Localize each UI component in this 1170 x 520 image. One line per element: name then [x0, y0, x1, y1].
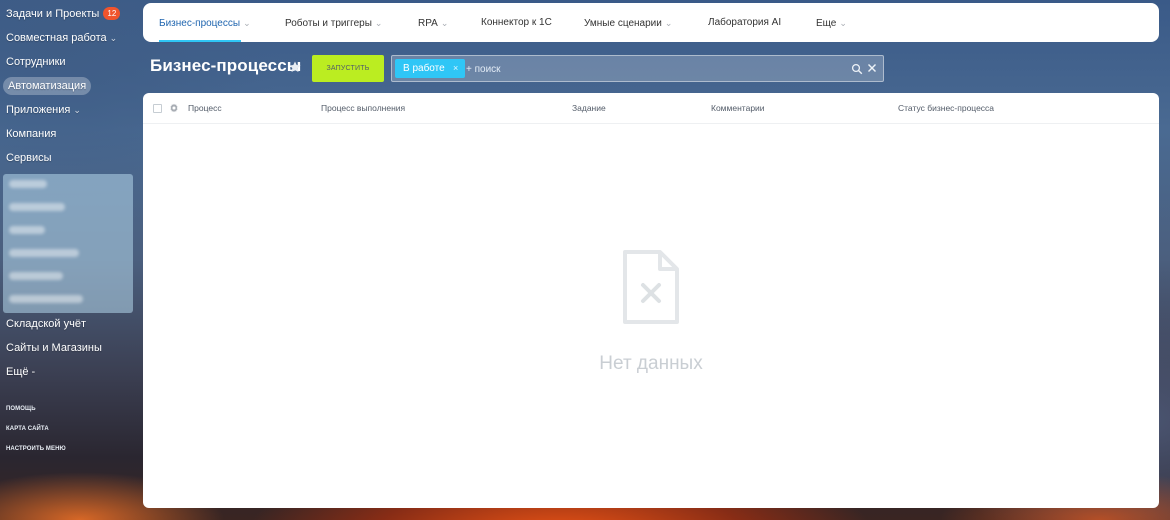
processes-grid: Процесс Процесс выполнения Задание Комме…	[143, 93, 1159, 508]
menu-item-company[interactable]: Компания	[6, 125, 56, 143]
chevron-down-icon: ⌄	[374, 18, 383, 28]
chevron-down-icon: ⌄	[109, 33, 118, 43]
redacted-link[interactable]	[9, 249, 79, 257]
chevron-down-icon: ⌄	[440, 18, 449, 28]
tab-robots-triggers[interactable]: Роботы и триггеры ⌄	[285, 3, 382, 42]
filter-chip-label: В работе	[403, 63, 445, 74]
filter-search-box[interactable]: В работе ×	[391, 55, 884, 82]
redacted-link[interactable]	[9, 203, 65, 211]
tab-label: Бизнес-процессы	[159, 18, 241, 29]
grid-header-row: Процесс Процесс выполнения Задание Комме…	[143, 93, 1159, 124]
tab-label: Умные сценарии	[584, 18, 662, 29]
tab-label: Коннектор к 1С	[481, 17, 552, 28]
redacted-link[interactable]	[9, 226, 45, 234]
tab-label: Еще	[816, 18, 837, 29]
empty-file-icon	[623, 250, 679, 324]
star-icon[interactable]	[288, 60, 302, 74]
column-header-process[interactable]: Процесс	[188, 93, 222, 124]
sitemap-link[interactable]: КАРТА САЙТА	[6, 426, 49, 432]
menu-item-services[interactable]: Сервисы	[6, 149, 52, 167]
configure-menu-link[interactable]: НАСТРОИТЬ МЕНЮ	[6, 446, 66, 452]
menu-item-label: Сервисы	[6, 152, 52, 164]
page-title: Бизнес-процессы	[150, 56, 302, 75]
menu-item-tasks[interactable]: Задачи и Проекты 12	[6, 5, 121, 23]
tab-1c-connector[interactable]: Коннектор к 1С	[481, 3, 552, 42]
column-header-status[interactable]: Статус бизнес-процесса	[898, 93, 994, 124]
gear-icon[interactable]	[169, 103, 179, 113]
menu-item-sites-shops[interactable]: Сайты и Магазины	[6, 339, 102, 357]
search-input[interactable]	[466, 60, 766, 78]
tab-ai-lab[interactable]: Лаборатория AI	[708, 3, 781, 42]
tab-label: Роботы и триггеры	[285, 18, 372, 29]
column-header-task[interactable]: Задание	[572, 93, 606, 124]
chevron-down-icon: ⌄	[664, 18, 673, 28]
tab-label: RPA	[418, 18, 438, 29]
active-tab-indicator	[159, 40, 241, 42]
run-button[interactable]: ЗАПУСТИТЬ	[312, 55, 384, 82]
chevron-down-icon: ⌄	[839, 18, 847, 28]
close-icon[interactable]	[866, 62, 878, 74]
search-icon[interactable]	[851, 63, 863, 75]
chevron-down-icon: ⌄	[73, 105, 81, 115]
menu-item-collaboration[interactable]: Совместная работа ⌄	[6, 29, 117, 47]
empty-state-text: Нет данных	[599, 353, 703, 374]
chevron-down-icon: ⌄	[243, 18, 251, 28]
column-header-progress[interactable]: Процесс выполнения	[321, 93, 405, 124]
menu-item-label: Сотрудники	[6, 56, 66, 68]
tab-business-processes[interactable]: Бизнес-процессы ⌄	[159, 3, 251, 42]
menu-item-label: Сайты и Магазины	[6, 342, 102, 354]
tab-more[interactable]: Еще ⌄	[816, 3, 847, 42]
left-menu: Задачи и Проекты 12 Совместная работа ⌄ Со…	[0, 0, 140, 520]
tasks-counter-badge: 12	[103, 7, 121, 20]
menu-item-employees[interactable]: Сотрудники	[6, 53, 66, 71]
menu-item-automation[interactable]: Автоматизация	[3, 77, 92, 95]
menu-item-label: Задачи и Проекты	[6, 8, 100, 20]
tab-rpa[interactable]: RPA ⌄	[418, 3, 448, 42]
help-link[interactable]: ПОМОЩЬ	[6, 406, 36, 412]
chip-close-icon[interactable]: ×	[453, 59, 458, 78]
menu-item-label: Компания	[6, 128, 57, 140]
menu-item-warehouse[interactable]: Складской учёт	[6, 315, 86, 333]
redacted-links-block	[3, 174, 133, 313]
filter-chip-in-work[interactable]: В работе ×	[395, 59, 465, 78]
menu-item-applications[interactable]: Приложения ⌄	[6, 101, 81, 119]
column-header-comments[interactable]: Комментарии	[711, 93, 765, 124]
tab-smart-scenarios[interactable]: Умные сценарии ⌄	[584, 3, 672, 42]
menu-item-label: Ещё -	[6, 366, 36, 378]
redacted-link[interactable]	[9, 180, 47, 188]
top-navigation: Бизнес-процессы ⌄ Роботы и триггеры ⌄ RPA ⌄…	[143, 3, 1159, 42]
menu-item-label: Совместная работа	[6, 32, 107, 44]
menu-item-more[interactable]: Ещё -	[6, 363, 35, 381]
redacted-link[interactable]	[9, 272, 63, 280]
select-all-checkbox[interactable]	[153, 104, 162, 113]
menu-item-label: Автоматизация	[8, 80, 87, 92]
menu-item-label: Складской учёт	[6, 318, 86, 330]
redacted-link[interactable]	[9, 295, 83, 303]
tab-label: Лаборатория AI	[708, 17, 782, 28]
menu-item-label: Приложения	[6, 104, 71, 116]
